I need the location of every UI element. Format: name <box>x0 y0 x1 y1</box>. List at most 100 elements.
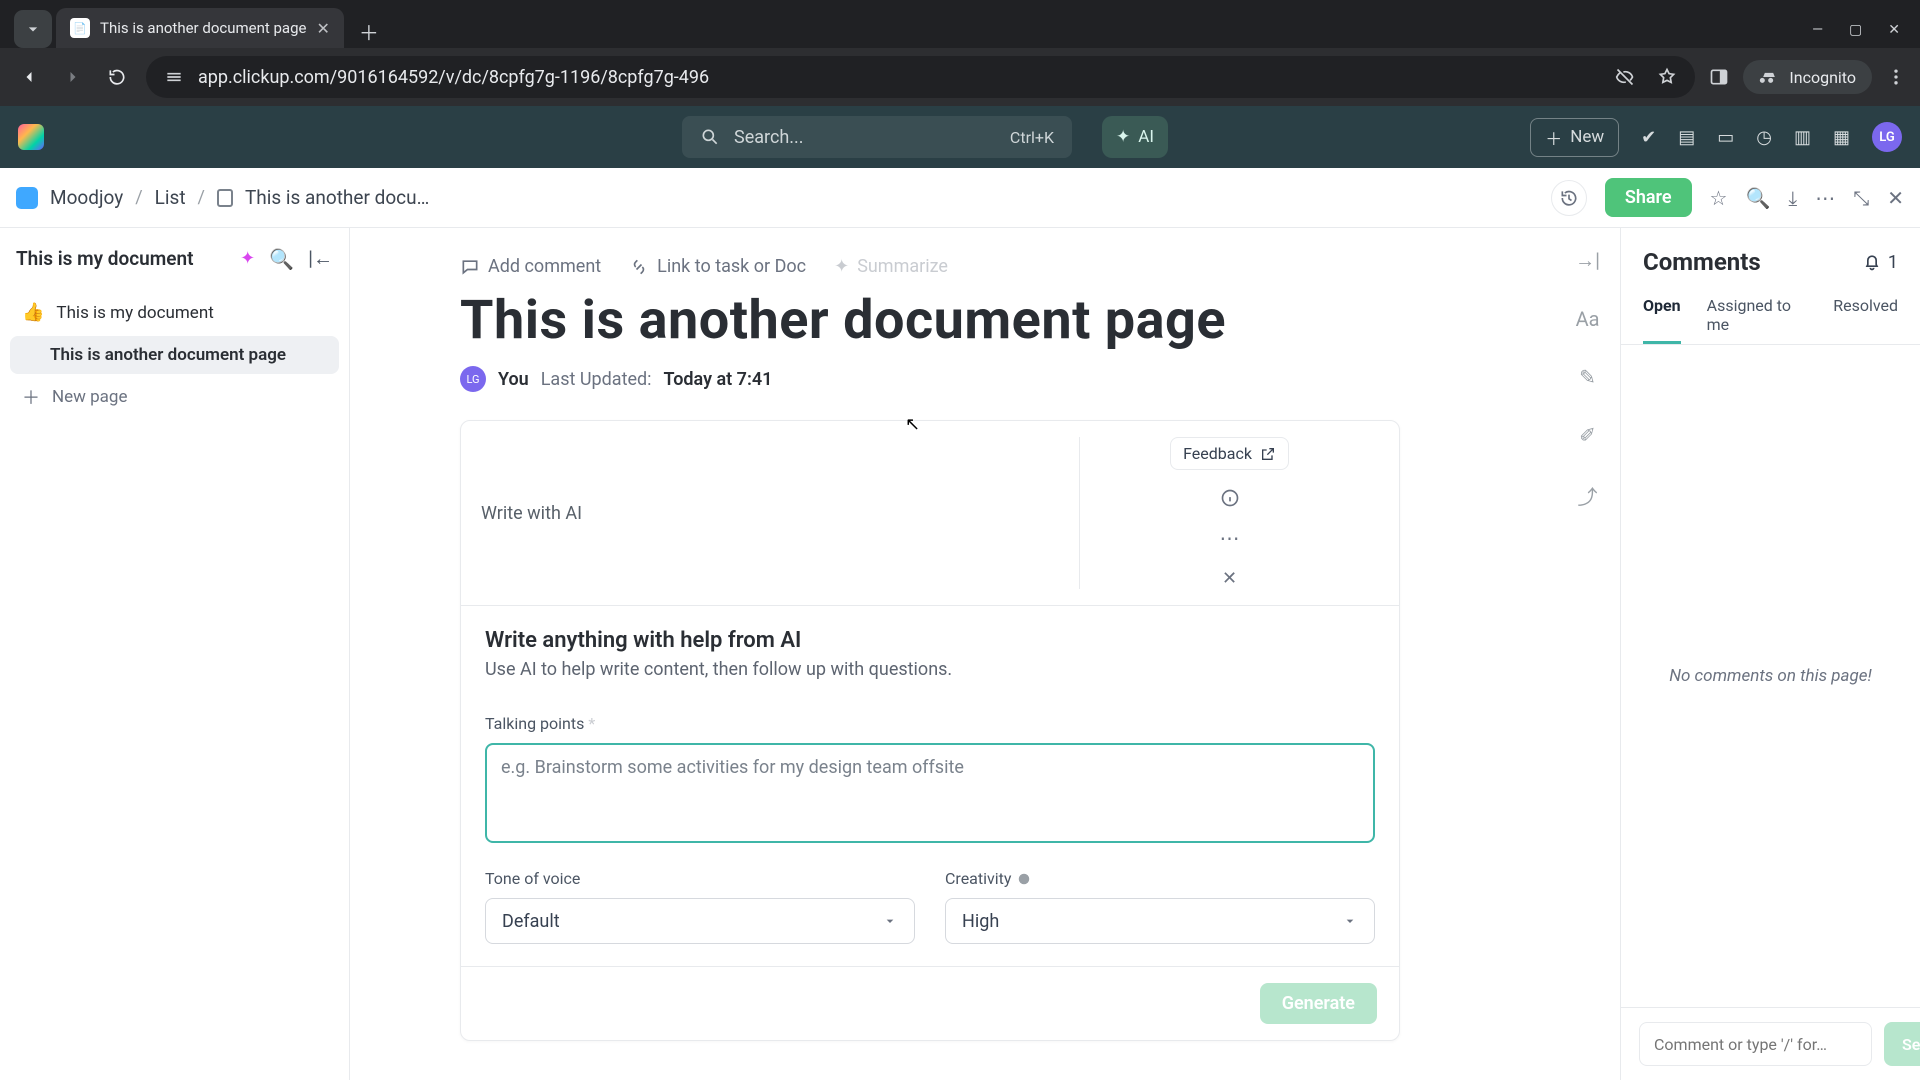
site-settings-icon[interactable] <box>164 67 184 87</box>
search-icon <box>700 127 720 147</box>
doc-sidebar: This is my document ✦ 🔍 |← 👍 This is my … <box>0 228 350 1080</box>
summarize-label: Summarize <box>857 256 948 277</box>
breadcrumb-separator: / <box>135 187 142 208</box>
feedback-label: Feedback <box>1183 444 1252 463</box>
url-box[interactable]: app.clickup.com/9016164592/v/dc/8cpfg7g-… <box>146 56 1695 98</box>
comment-icon <box>460 257 480 277</box>
clipboard-icon[interactable]: ▤ <box>1678 127 1695 148</box>
new-tab-button[interactable]: ＋ <box>352 14 386 48</box>
comment-input[interactable] <box>1639 1022 1872 1066</box>
download-icon[interactable]: ⤓ <box>1788 186 1797 210</box>
creativity-value: High <box>962 911 999 932</box>
magic-wand-icon[interactable]: ✎ <box>1579 365 1596 389</box>
expand-rail-icon[interactable]: →| <box>1575 248 1600 273</box>
ai-pill-button[interactable]: ✦ AI <box>1102 116 1168 158</box>
tree-item-root[interactable]: 👍 This is my document <box>10 293 339 332</box>
ai-more-icon[interactable]: ⋯ <box>1220 526 1240 550</box>
comments-empty-state: No comments on this page! <box>1621 345 1920 1007</box>
ai-card-header: Write with AI Feedback ⋯ ✕ <box>461 421 1399 606</box>
new-button[interactable]: ＋ New <box>1530 118 1619 157</box>
maximize-icon[interactable]: ▢ <box>1849 22 1862 38</box>
close-tab-icon[interactable]: ✕ <box>316 19 329 38</box>
side-panel-icon[interactable] <box>1709 67 1729 87</box>
breadcrumb-workspace[interactable]: Moodjoy <box>50 186 123 209</box>
minimize-icon[interactable]: — <box>1812 22 1823 38</box>
reload-button[interactable] <box>102 62 132 92</box>
apps-grid-icon[interactable]: ▦ <box>1833 127 1850 148</box>
browser-tab-strip: 📄 This is another document page ✕ ＋ — ▢ … <box>0 0 1920 48</box>
breadcrumb-doc[interactable]: This is another docu… <box>245 186 429 209</box>
tree-item-current[interactable]: This is another document page <box>10 336 339 374</box>
notepad-icon[interactable]: ▥ <box>1794 127 1811 148</box>
video-icon[interactable]: ▭ <box>1717 127 1734 148</box>
comments-notify-button[interactable]: 1 <box>1862 252 1898 273</box>
favicon-icon: 📄 <box>70 18 90 38</box>
feedback-button[interactable]: Feedback <box>1170 437 1289 470</box>
plus-icon: ＋ <box>22 388 40 406</box>
check-circle-icon[interactable]: ✔ <box>1641 127 1656 148</box>
chevron-down-icon <box>1342 913 1358 929</box>
sidebar-collapse-icon[interactable]: |← <box>308 246 333 271</box>
workspace-color-icon <box>16 187 38 209</box>
user-avatar[interactable]: LG <box>1872 122 1902 152</box>
author-name: You <box>498 369 529 390</box>
ai-writer-card: Write with AI Feedback ⋯ ✕ Write anythin… <box>460 420 1400 1041</box>
ai-close-icon[interactable]: ✕ <box>1222 568 1237 589</box>
tone-value: Default <box>502 911 560 932</box>
close-window-icon[interactable]: ✕ <box>1888 22 1900 38</box>
external-link-icon <box>1260 446 1276 462</box>
link-label: Link to task or Doc <box>657 256 806 277</box>
breadcrumb-list[interactable]: List <box>155 186 186 209</box>
sparkle-icon: ✦ <box>834 256 849 277</box>
info-small-icon[interactable] <box>1017 872 1031 886</box>
generate-button[interactable]: Generate <box>1260 983 1377 1024</box>
bookmark-star-icon[interactable] <box>1657 67 1677 87</box>
stopwatch-icon[interactable]: ◷ <box>1756 127 1772 148</box>
history-button[interactable] <box>1551 180 1587 216</box>
clickup-logo-icon[interactable] <box>18 124 44 150</box>
send-comment-button[interactable]: Send <box>1884 1022 1920 1066</box>
tab-assigned[interactable]: Assigned to me <box>1707 286 1808 344</box>
new-page-button[interactable]: ＋ New page <box>10 378 339 416</box>
incognito-badge[interactable]: Incognito <box>1743 60 1872 94</box>
kebab-icon[interactable] <box>1886 67 1906 87</box>
add-comment-action[interactable]: Add comment <box>460 256 601 277</box>
global-search[interactable]: Search... Ctrl+K <box>682 116 1072 158</box>
tab-resolved[interactable]: Resolved <box>1833 286 1898 344</box>
tab-open[interactable]: Open <box>1643 286 1681 344</box>
ai-body-subtitle: Use AI to help write content, then follo… <box>485 659 1375 680</box>
collapse-icon[interactable]: ⤡ <box>1853 186 1869 210</box>
ruler-icon[interactable]: ✐ <box>1579 423 1596 447</box>
tab-search-button[interactable] <box>14 10 52 48</box>
breadcrumb-separator: / <box>198 187 205 208</box>
star-icon[interactable]: ☆ <box>1710 186 1728 210</box>
summarize-action[interactable]: ✦ Summarize <box>834 256 948 277</box>
close-doc-icon[interactable]: ✕ <box>1887 186 1904 210</box>
last-updated-when: Today at 7:41 <box>664 369 773 390</box>
link-action[interactable]: Link to task or Doc <box>629 256 806 277</box>
chevron-down-icon <box>882 913 898 929</box>
required-mark: * <box>588 714 595 733</box>
doc-title[interactable]: This is another document page <box>460 289 1490 352</box>
talking-points-text: Talking points <box>485 714 584 733</box>
text-style-icon[interactable]: Aa <box>1576 307 1600 331</box>
link-icon <box>629 257 649 277</box>
eye-off-icon[interactable] <box>1615 67 1635 87</box>
tree-item-label: This is another document page <box>50 345 286 365</box>
creativity-select[interactable]: High <box>945 898 1375 944</box>
browser-tab[interactable]: 📄 This is another document page ✕ <box>56 8 344 48</box>
search-doc-icon[interactable]: 🔍 <box>1745 186 1770 210</box>
talking-points-input[interactable] <box>485 743 1375 843</box>
forward-button[interactable] <box>58 62 88 92</box>
share-button[interactable]: Share <box>1605 178 1692 217</box>
back-button[interactable] <box>14 62 44 92</box>
more-icon[interactable]: ⋯ <box>1815 186 1835 210</box>
sidebar-search-icon[interactable]: 🔍 <box>269 247 294 271</box>
author-avatar[interactable]: LG <box>460 366 486 392</box>
info-icon[interactable] <box>1220 488 1240 508</box>
last-updated-label: Last Updated: <box>541 369 652 390</box>
ai-pill-label: AI <box>1138 127 1154 147</box>
upload-icon[interactable]: ⤴ <box>1578 481 1598 510</box>
tone-select[interactable]: Default <box>485 898 915 944</box>
ai-sparkle-icon[interactable]: ✦ <box>240 248 255 269</box>
